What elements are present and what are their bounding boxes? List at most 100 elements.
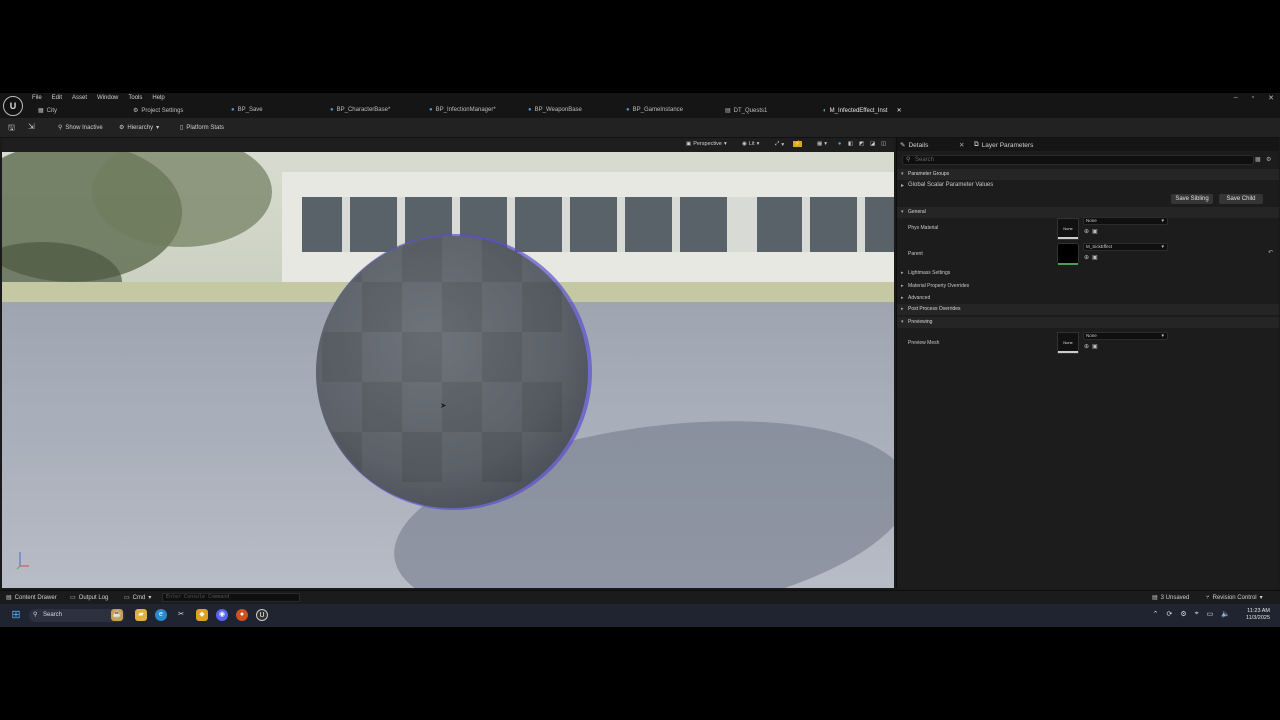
menu-help[interactable]: Help xyxy=(152,95,164,101)
tab-details[interactable]: ✎ Details xyxy=(900,141,928,150)
section-post-process-overrides[interactable]: ▸ Post Process Overrides xyxy=(897,304,1279,315)
tab-bp-characterbase[interactable]: ● BP_CharacterBase* xyxy=(330,107,390,113)
file-explorer-icon[interactable]: ▰ xyxy=(135,609,147,621)
browse-folder-icon[interactable]: ▣ xyxy=(1092,343,1098,350)
reset-to-default-icon[interactable]: ↶ xyxy=(1268,249,1273,256)
blueprint-icon: ● xyxy=(626,107,630,113)
transform-dropdown[interactable]: ⤢ ▾ xyxy=(775,141,784,148)
section-previewing[interactable]: ▾ Previewing xyxy=(897,317,1279,328)
show-inactive-button[interactable]: ⚲ Show Inactive xyxy=(58,124,103,132)
tab-bp-weaponbase[interactable]: ● BP_WeaponBase xyxy=(528,107,582,113)
close-tab-icon[interactable]: ✕ xyxy=(897,107,902,114)
save-sibling-button[interactable]: Save Sibling xyxy=(1171,194,1213,204)
lit-dropdown[interactable]: ◉ Lit ▾ xyxy=(742,141,759,147)
location-icon[interactable]: ⌖ xyxy=(1195,610,1199,618)
sync-icon[interactable]: ⟳ xyxy=(1167,610,1173,618)
speaker-icon[interactable]: 🔈 xyxy=(1221,610,1230,618)
phys-material-dropdown[interactable]: None ▾ xyxy=(1083,217,1168,225)
preview-mesh-dropdown[interactable]: None ▾ xyxy=(1083,332,1168,340)
preview-cube-button[interactable]: ◪ xyxy=(870,141,875,147)
material-property-overrides-row[interactable]: ▸ Material Property Overrides xyxy=(897,283,1279,289)
tab-bp-save[interactable]: ● BP_Save xyxy=(231,107,263,113)
display-icon[interactable]: ▭ xyxy=(1207,610,1214,618)
preview-cylinder-button[interactable]: ◧ xyxy=(848,141,853,147)
asset-tab-bar: ▦ City ⚙ Project Settings ● BP_Save ● BP_Cha… xyxy=(0,105,1280,118)
parent-dropdown[interactable]: M_SickEffect ▾ xyxy=(1083,243,1168,251)
log-icon: ▭ xyxy=(70,595,76,601)
tab-dt-quests1[interactable]: ▤ DT_Quests1 xyxy=(725,107,767,115)
realtime-toggle[interactable]: ⚡ xyxy=(793,141,802,147)
transform-icon: ⤢ xyxy=(775,141,780,147)
content-drawer-button[interactable]: ▤ Content Drawer xyxy=(6,594,57,602)
browse-folder-icon[interactable]: ▣ xyxy=(1092,254,1098,261)
tab-bp-infectionmanager[interactable]: ● BP_InfectionManager* xyxy=(429,107,496,113)
menu-asset[interactable]: Asset xyxy=(72,95,87,101)
search-icon: ⚲ xyxy=(33,612,38,618)
menu-window[interactable]: Window xyxy=(97,95,118,101)
close-button[interactable]: ✕ xyxy=(1268,94,1274,102)
unreal-editor-window: U File Edit Asset Window Tools Help – ▫ … xyxy=(0,93,1280,627)
tab-m-infectedeffect-inst[interactable]: ◐ M_InfectedEffect_Inst ✕ xyxy=(823,107,902,115)
chevron-down-icon: ▾ xyxy=(901,319,904,325)
revision-control-button[interactable]: ⑂ Revision Control ▾ xyxy=(1206,594,1263,602)
platform-stats-button[interactable]: ▯ Platform Stats xyxy=(180,124,224,132)
lightmass-settings-row[interactable]: ▸ Lightmass Settings xyxy=(897,270,1279,276)
thumbnail-underline xyxy=(1058,237,1078,239)
thumbnail-underline xyxy=(1058,263,1078,265)
use-selected-icon[interactable]: ⊕ xyxy=(1084,228,1089,235)
use-selected-icon[interactable]: ⊕ xyxy=(1084,343,1089,350)
save-icon[interactable]: 🖫 xyxy=(8,122,15,136)
perspective-dropdown[interactable]: ▣ Perspective ▾ xyxy=(686,141,727,147)
windows-start-icon[interactable]: ⊞ xyxy=(10,609,22,621)
unreal-engine-taskbar-icon[interactable]: U xyxy=(256,609,268,621)
settings-icon[interactable]: ⚙ xyxy=(1266,156,1271,163)
thumbnail-underline xyxy=(1058,351,1078,353)
menu-file[interactable]: File xyxy=(32,95,42,101)
snipping-tool-icon[interactable]: ✂ xyxy=(175,609,187,621)
maximize-button[interactable]: ▫ xyxy=(1252,94,1254,102)
menu-tools[interactable]: Tools xyxy=(128,95,142,101)
output-log-button[interactable]: ▭ Output Log xyxy=(70,594,108,602)
hierarchy-button[interactable]: ⚙ Hierarchy ▾ xyxy=(119,124,159,132)
discord-icon[interactable]: ◉ xyxy=(216,609,228,621)
tab-project-settings[interactable]: ⚙ Project Settings xyxy=(133,107,183,115)
viewport-scene xyxy=(2,152,894,588)
tab-layer-parameters[interactable]: ⧉ Layer Parameters xyxy=(974,141,1033,149)
use-selected-icon[interactable]: ⊕ xyxy=(1084,254,1089,261)
layers-icon: ⧉ xyxy=(974,141,979,148)
parent-material-thumbnail[interactable] xyxy=(1057,243,1079,265)
close-details-tab-icon[interactable]: ✕ xyxy=(959,141,964,149)
advanced-row[interactable]: ▸ Advanced xyxy=(897,295,1279,301)
show-flags-dropdown[interactable]: ▦ ▾ xyxy=(817,141,827,147)
minimize-button[interactable]: – xyxy=(1234,94,1238,102)
preview-mesh-button[interactable]: ◫ xyxy=(881,141,886,147)
details-search-input[interactable]: ⚲ Search xyxy=(902,155,1254,165)
chevron-down-icon: ▾ xyxy=(148,595,152,601)
section-parameter-groups[interactable]: ▾ Parameter Groups xyxy=(897,169,1279,180)
cmd-dropdown[interactable]: ▭ Cmd ▾ xyxy=(124,594,152,602)
folder-icon: ▤ xyxy=(6,595,12,601)
material-preview-viewport[interactable]: ➤ xyxy=(2,152,894,588)
app-icon[interactable]: ◆ xyxy=(196,609,208,621)
preview-sphere-button[interactable]: ● xyxy=(838,141,841,147)
console-command-input[interactable]: Enter Console Command xyxy=(162,593,300,602)
obs-icon[interactable]: ● xyxy=(236,609,248,621)
edge-icon[interactable]: e xyxy=(155,609,167,621)
save-child-button[interactable]: Save Child xyxy=(1219,194,1263,204)
menu-edit[interactable]: Edit xyxy=(52,95,62,101)
unsaved-icon: ▤ xyxy=(1152,595,1158,601)
browse-icon[interactable]: ⇲ xyxy=(28,122,35,131)
chevron-up-icon[interactable]: ⌃ xyxy=(1153,610,1159,618)
unreal-logo-icon[interactable]: U xyxy=(3,96,23,116)
browse-folder-icon[interactable]: ▣ xyxy=(1092,228,1098,235)
tab-city[interactable]: ▦ City xyxy=(38,107,57,115)
preview-plane-button[interactable]: ◩ xyxy=(859,141,864,147)
taskbar-clock[interactable]: 11:23 AM 11/3/2025 xyxy=(1246,608,1270,622)
chevron-down-icon: ▾ xyxy=(1161,333,1164,339)
view-options-icon[interactable]: ▦ xyxy=(1255,156,1261,163)
network-icon[interactable]: ⚙ xyxy=(1180,610,1186,618)
datatable-icon: ▤ xyxy=(725,108,731,114)
global-scalar-row[interactable]: ▸ Global Scalar Parameter Values xyxy=(897,182,1279,192)
unsaved-button[interactable]: ▤ 3 Unsaved xyxy=(1152,594,1189,602)
tab-bp-gameinstance[interactable]: ● BP_GameInstance xyxy=(626,107,683,113)
